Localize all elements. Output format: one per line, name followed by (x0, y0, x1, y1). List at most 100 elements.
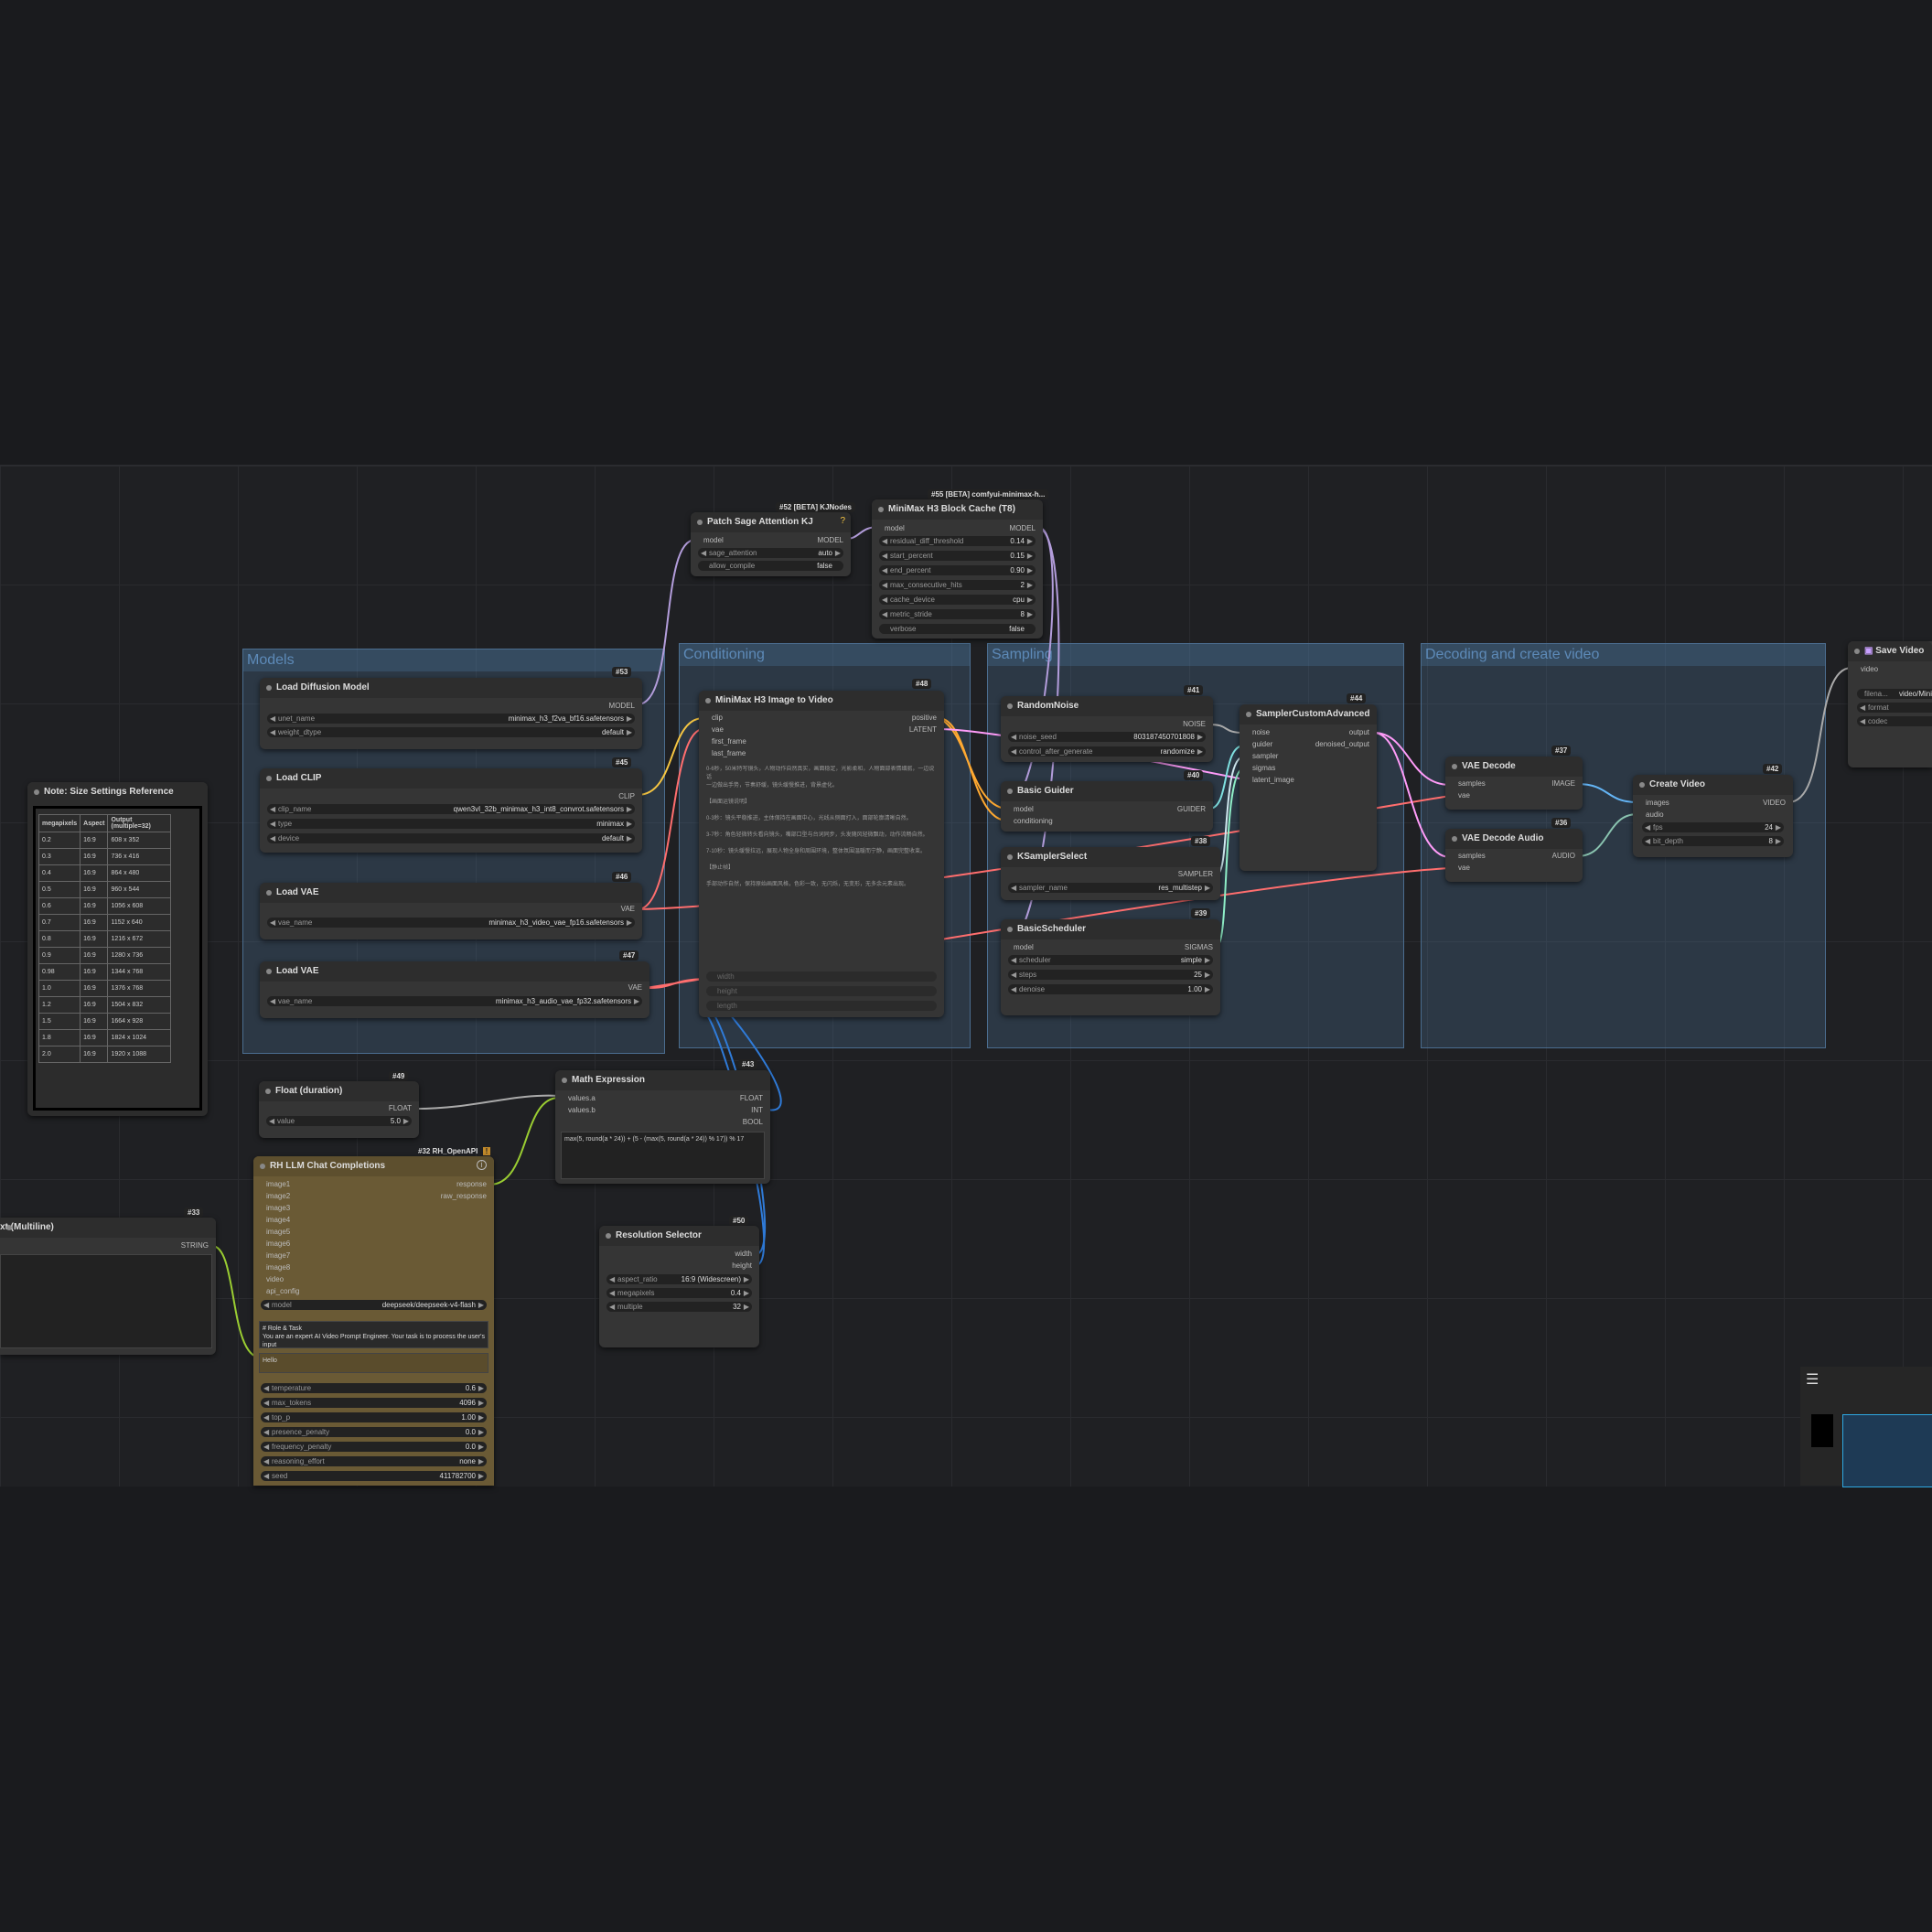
input-model[interactable]: model (885, 524, 905, 532)
sampler-name-combo[interactable]: ◀ sampler_name res_multistep ▶ (1008, 883, 1213, 893)
weight-dtype-combo[interactable]: ◀ weight_dtype default ▶ (267, 727, 635, 737)
system-prompt-textarea[interactable]: # Role & Task You are an expert AI Video… (259, 1321, 488, 1348)
expression-textarea[interactable]: max(5, round(a * 24)) + (5 - (max(5, rou… (561, 1132, 765, 1179)
output-string[interactable]: STRING (181, 1241, 209, 1250)
input-latent-image[interactable]: latent_image (1252, 776, 1294, 784)
allow-compile-toggle[interactable]: allow_compile false (698, 561, 843, 571)
top-p-input[interactable]: ◀ top_p 1.00 ▶ (261, 1412, 487, 1422)
input-image6[interactable]: image6 (266, 1240, 290, 1248)
input-image3[interactable]: image3 (266, 1204, 290, 1212)
node-random-noise[interactable]: RandomNoise NOISE ◀ noise_seed 80318745070… (1001, 696, 1213, 762)
node-sampler-custom-advanced[interactable]: SamplerCustomAdvanced noise guider sampl… (1240, 704, 1377, 871)
user-prompt-textarea[interactable]: Hello (259, 1353, 488, 1373)
node-load-vae-video[interactable]: Load VAE VAE ◀ vae_name minimax_h3_video_v… (260, 883, 642, 939)
prompt-textarea[interactable]: 0-6秒，50米特写镜头，人物动作自然真实，画面稳定，光影柔和，人物面部表情细腻… (706, 766, 937, 962)
multiple-input[interactable]: ◀ multiple 32 ▶ (606, 1302, 752, 1312)
output-raw-response[interactable]: raw_response (441, 1192, 487, 1200)
input-image1[interactable]: image1 (266, 1180, 290, 1188)
device-combo[interactable]: ◀ device default ▶ (267, 833, 635, 843)
output-output[interactable]: output (1349, 728, 1369, 736)
end-percent-widget[interactable]: ◀ end_percent 0.90 ▶ (879, 565, 1036, 575)
output-int[interactable]: INT (751, 1106, 763, 1114)
node-float-duration[interactable]: Float (duration) FLOAT ◀ value 5.0 ▶ (259, 1081, 419, 1138)
value-input[interactable]: ◀ value 5.0 ▶ (266, 1116, 412, 1126)
output-latent[interactable]: LATENT (909, 725, 937, 734)
node-note-size-reference[interactable]: Note: Size Settings Reference megapixels… (27, 782, 208, 1116)
output-model[interactable]: MODEL (1010, 524, 1036, 532)
output-height[interactable]: height (732, 1261, 752, 1270)
node-ksampler-select[interactable]: KSamplerSelect SAMPLER ◀ sampler_name res_… (1001, 847, 1220, 900)
node-load-diffusion-model[interactable]: Load Diffusion Model MODEL ◀ unet_name min… (260, 678, 642, 749)
vae-name-combo[interactable]: ◀ vae_name minimax_h3_video_vae_fp16.safet… (267, 918, 635, 928)
sage-attention-combo[interactable]: ◀ sage_attention auto ▶ (698, 548, 843, 558)
input-conditioning[interactable]: conditioning (1014, 817, 1053, 825)
text-input[interactable] (0, 1254, 212, 1348)
bit-depth-input[interactable]: ◀ bit_depth 8 ▶ (1642, 836, 1784, 846)
output-model[interactable]: MODEL (818, 536, 843, 544)
input-vae[interactable]: vae (1458, 864, 1470, 872)
input-sigmas[interactable]: sigmas (1252, 764, 1275, 772)
input-samples[interactable]: samples (1458, 852, 1486, 860)
output-model[interactable]: MODEL (609, 702, 635, 710)
input-vae[interactable]: vae (1458, 791, 1470, 800)
arrow-right-icon[interactable]: ▶ (835, 548, 841, 558)
output-video[interactable]: VIDEO (1763, 799, 1786, 807)
max-tokens-input[interactable]: ◀ max_tokens 4096 ▶ (261, 1398, 487, 1408)
sliders-icon[interactable]: ☰ (1806, 1370, 1819, 1389)
filename-prefix-input[interactable]: filena... video/Mini (1857, 689, 1932, 699)
output-image[interactable]: IMAGE (1551, 779, 1575, 788)
input-last-frame[interactable]: last_frame (712, 749, 746, 757)
input-vae[interactable]: vae (712, 725, 724, 734)
input-clip[interactable]: clip (712, 714, 723, 722)
clip-name-combo[interactable]: ◀ clip_name qwen3vl_32b_minimax_h3_int8_co… (267, 804, 635, 814)
max-consecutive-hits-widget[interactable]: ◀ max_consecutive_hits 2 ▶ (879, 580, 1036, 590)
unet-name-combo[interactable]: ◀ unet_name minimax_h3_f2va_bf16.safetenso… (267, 714, 635, 724)
input-video[interactable]: video (1861, 665, 1878, 673)
output-response[interactable]: response (456, 1180, 487, 1188)
start-percent-widget[interactable]: ◀ start_percent 0.15 ▶ (879, 551, 1036, 561)
input-model[interactable]: model (1014, 943, 1034, 951)
codec-combo[interactable]: ◀ codec (1857, 716, 1932, 726)
arrow-left-icon[interactable]: ◀ (701, 548, 706, 558)
node-load-vae-audio[interactable]: Load VAE VAE ◀ vae_name minimax_h3_audio_v… (260, 961, 649, 1018)
input-image5[interactable]: image5 (266, 1228, 290, 1236)
output-vae[interactable]: VAE (628, 983, 642, 992)
temperature-input[interactable]: ◀ temperature 0.6 ▶ (261, 1383, 487, 1393)
output-sigmas[interactable]: SIGMAS (1185, 943, 1213, 951)
noise-seed-input[interactable]: ◀ noise_seed 803187450701808 ▶ (1008, 732, 1206, 742)
vae-name-combo[interactable]: ◀ vae_name minimax_h3_audio_vae_fp32.safet… (267, 996, 642, 1006)
reasoning-effort-combo[interactable]: ◀ reasoning_effort none ▶ (261, 1456, 487, 1466)
node-image-to-video[interactable]: MiniMax H3 Image to Video clip vae first… (699, 691, 944, 1017)
steps-input[interactable]: ◀ steps 25 ▶ (1008, 970, 1213, 980)
node-basic-guider[interactable]: Basic Guider model conditioning GUIDER (1001, 781, 1213, 832)
output-audio[interactable]: AUDIO (1552, 852, 1575, 860)
output-float[interactable]: FLOAT (740, 1094, 763, 1102)
fps-input[interactable]: ◀ fps 24 ▶ (1642, 822, 1784, 832)
input-audio[interactable]: audio (1646, 810, 1664, 819)
width-input[interactable]: width (706, 971, 937, 982)
node-resolution-selector[interactable]: Resolution Selector width height ◀ aspect… (599, 1226, 759, 1347)
output-sampler[interactable]: SAMPLER (1178, 870, 1213, 878)
output-noise[interactable]: NOISE (1183, 720, 1206, 728)
node-block-cache[interactable]: MiniMax H3 Block Cache (T8) model MODEL … (872, 499, 1043, 639)
node-save-video[interactable]: ▣ Save Video video filena... video/Mini ◀… (1848, 641, 1932, 767)
node-basic-scheduler[interactable]: BasicScheduler model SIGMAS ◀ scheduler si… (1001, 919, 1220, 1015)
output-denoised[interactable]: denoised_output (1315, 740, 1369, 748)
input-image8[interactable]: image8 (266, 1263, 290, 1272)
input-image2[interactable]: image2 (266, 1192, 290, 1200)
input-sampler[interactable]: sampler (1252, 752, 1278, 760)
input-samples[interactable]: samples (1458, 779, 1486, 788)
help-icon[interactable]: ? (840, 516, 845, 526)
denoise-input[interactable]: ◀ denoise 1.00 ▶ (1008, 984, 1213, 994)
presence-penalty-input[interactable]: ◀ presence_penalty 0.0 ▶ (261, 1427, 487, 1437)
model-combo[interactable]: ◀ model deepseek/deepseek-v4-flash ▶ (261, 1300, 487, 1310)
output-clip[interactable]: CLIP (618, 792, 635, 800)
node-patch-sage-attention[interactable]: Patch Sage Attention KJ ? model MODEL ◀ s… (691, 512, 851, 576)
type-combo[interactable]: ◀ type minimax ▶ (267, 819, 635, 829)
input-guider[interactable]: guider (1252, 740, 1272, 748)
verbose-toggle[interactable]: verbose false (879, 624, 1036, 634)
node-text-multiline[interactable]: xt (Multiline) STRING (0, 1218, 216, 1355)
scheduler-combo[interactable]: ◀ scheduler simple ▶ (1008, 955, 1213, 965)
control-after-generate-combo[interactable]: ◀ control_after_generate randomize ▶ (1008, 746, 1206, 757)
input-values-a[interactable]: values.a (568, 1094, 596, 1102)
